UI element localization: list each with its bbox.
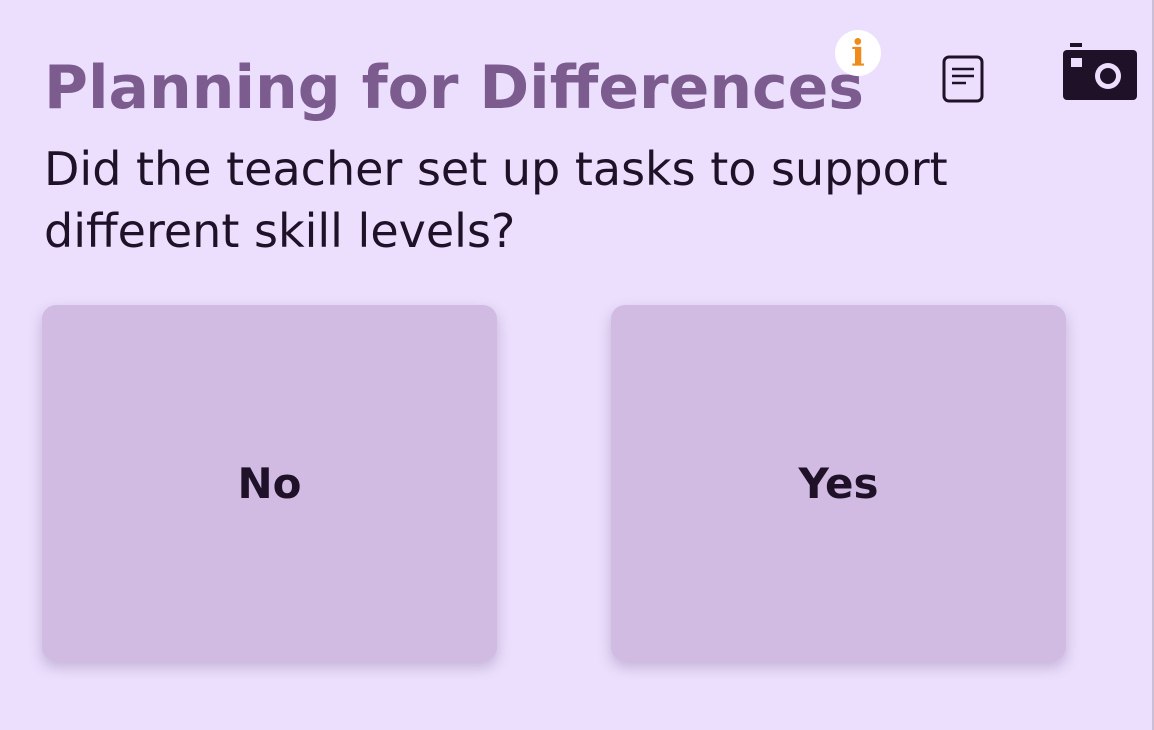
answer-no-button[interactable]: No [42, 305, 497, 661]
info-button[interactable]: i [835, 30, 881, 76]
answer-no-label: No [237, 458, 302, 508]
question-text: Did the teacher set up tasks to support … [44, 142, 948, 258]
notes-button[interactable] [942, 55, 984, 103]
page-title: Planning for Differences [44, 53, 865, 123]
info-icon: i [851, 33, 865, 75]
answer-yes-label: Yes [798, 458, 879, 508]
camera-button[interactable] [1062, 42, 1138, 102]
camera-icon [1063, 43, 1137, 100]
notes-icon [942, 55, 984, 103]
answer-yes-button[interactable]: Yes [611, 305, 1066, 661]
